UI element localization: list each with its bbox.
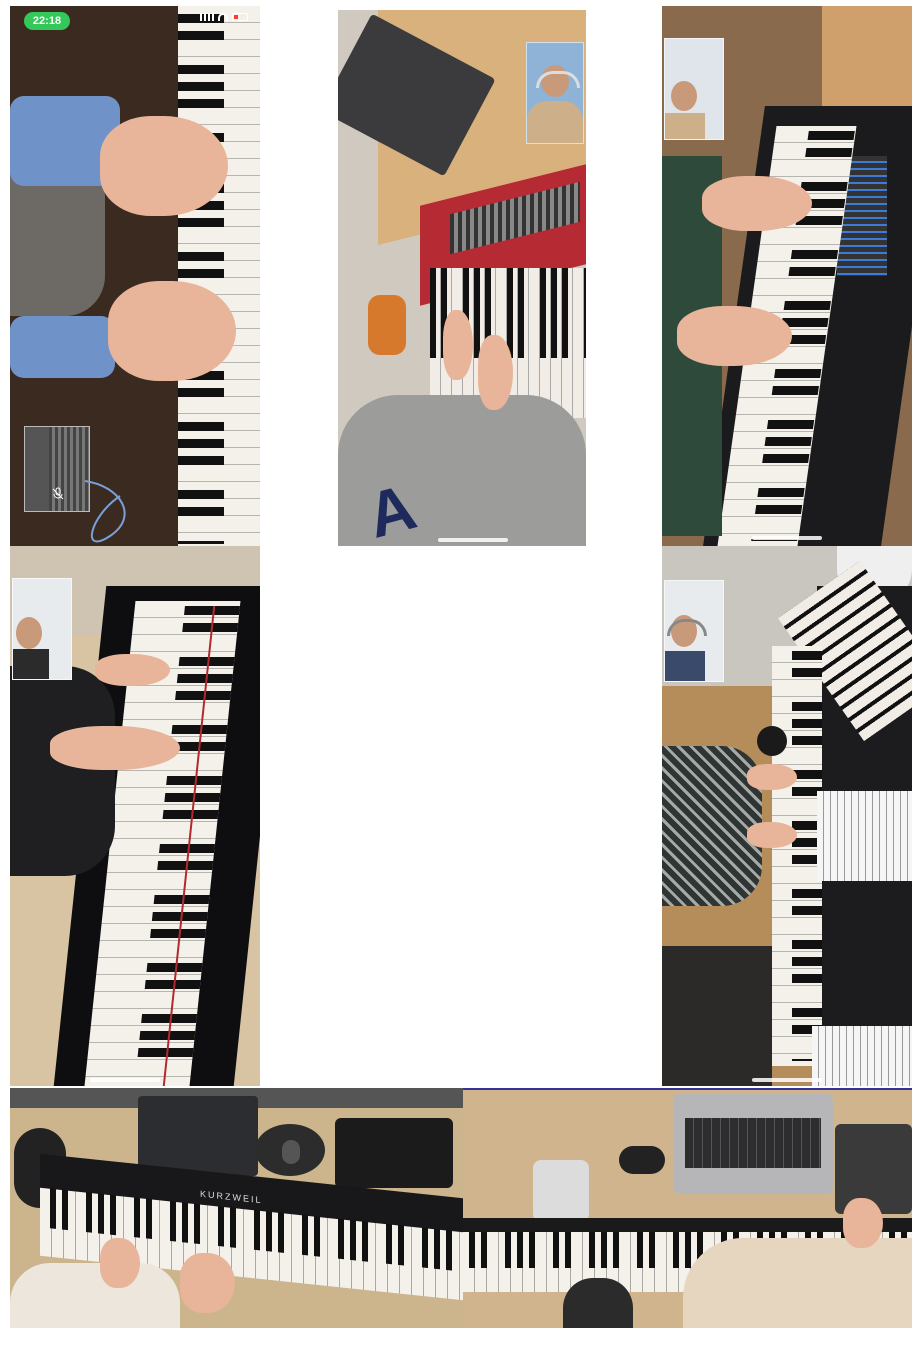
lower-hand — [108, 281, 236, 381]
laptop — [138, 1096, 258, 1176]
video-tile-6[interactable]: KURZWEIL — [10, 1088, 463, 1328]
student-jacket — [665, 113, 705, 139]
student-pip[interactable] — [526, 42, 584, 144]
wifi-icon — [218, 13, 228, 21]
player-head — [563, 1278, 633, 1328]
status-time: 22:18 — [24, 12, 70, 30]
right-hand — [180, 1253, 235, 1313]
video-tile-5[interactable] — [662, 546, 912, 1086]
lower-hand — [677, 306, 792, 366]
video-tile-3[interactable] — [662, 6, 912, 546]
headphones — [536, 71, 580, 88]
top-border — [463, 1088, 912, 1090]
laptop-keys — [685, 1118, 821, 1168]
student-face — [16, 617, 42, 649]
upper-hand — [702, 176, 812, 231]
video-tile-7[interactable] — [463, 1088, 912, 1328]
home-indicator — [90, 1078, 160, 1082]
battery-icon — [232, 13, 248, 21]
student-jacket — [13, 649, 49, 679]
piano-black-keys — [178, 14, 224, 544]
video-tile-2[interactable]: A — [338, 10, 586, 546]
plaid-shirt — [662, 746, 762, 906]
lower-sleeve — [10, 316, 115, 378]
video-tile-4[interactable] — [10, 546, 260, 1086]
headphones — [667, 619, 707, 636]
wallet — [335, 1118, 453, 1188]
status-icons — [200, 13, 248, 21]
sheet-music — [817, 791, 912, 881]
student-face — [671, 81, 697, 111]
mic-muted-icon — [51, 487, 65, 501]
student-pip[interactable] — [664, 580, 724, 682]
forearm — [50, 726, 180, 770]
student-pip[interactable] — [12, 578, 72, 680]
student-jacket — [527, 101, 583, 143]
microphone — [757, 726, 787, 756]
upper-hand — [95, 654, 170, 686]
player-sweater — [10, 1263, 180, 1328]
right-hand — [478, 335, 513, 410]
orange-chair — [368, 295, 406, 355]
student-jacket — [665, 651, 705, 681]
signal-icon — [200, 13, 214, 21]
home-indicator — [752, 536, 822, 540]
cable — [84, 480, 126, 543]
mouse — [282, 1140, 300, 1164]
student-pip[interactable] — [664, 38, 724, 140]
phone — [533, 1160, 589, 1222]
player-sweater — [683, 1238, 912, 1328]
upper-hand — [747, 764, 797, 790]
drawing-tablet — [835, 1124, 912, 1214]
desk — [822, 6, 912, 116]
right-hand — [843, 1198, 883, 1248]
mouse — [619, 1146, 665, 1174]
left-hand — [100, 1238, 140, 1288]
left-hand — [443, 310, 473, 380]
lower-hand — [747, 822, 797, 848]
home-indicator — [438, 538, 508, 542]
black-outfit — [10, 666, 115, 876]
video-tile-1[interactable]: 22:18 — [10, 6, 260, 546]
home-indicator — [752, 1078, 822, 1082]
cabinet — [662, 946, 772, 1086]
second-sheet-music — [812, 1026, 912, 1086]
upper-hand — [100, 116, 228, 216]
